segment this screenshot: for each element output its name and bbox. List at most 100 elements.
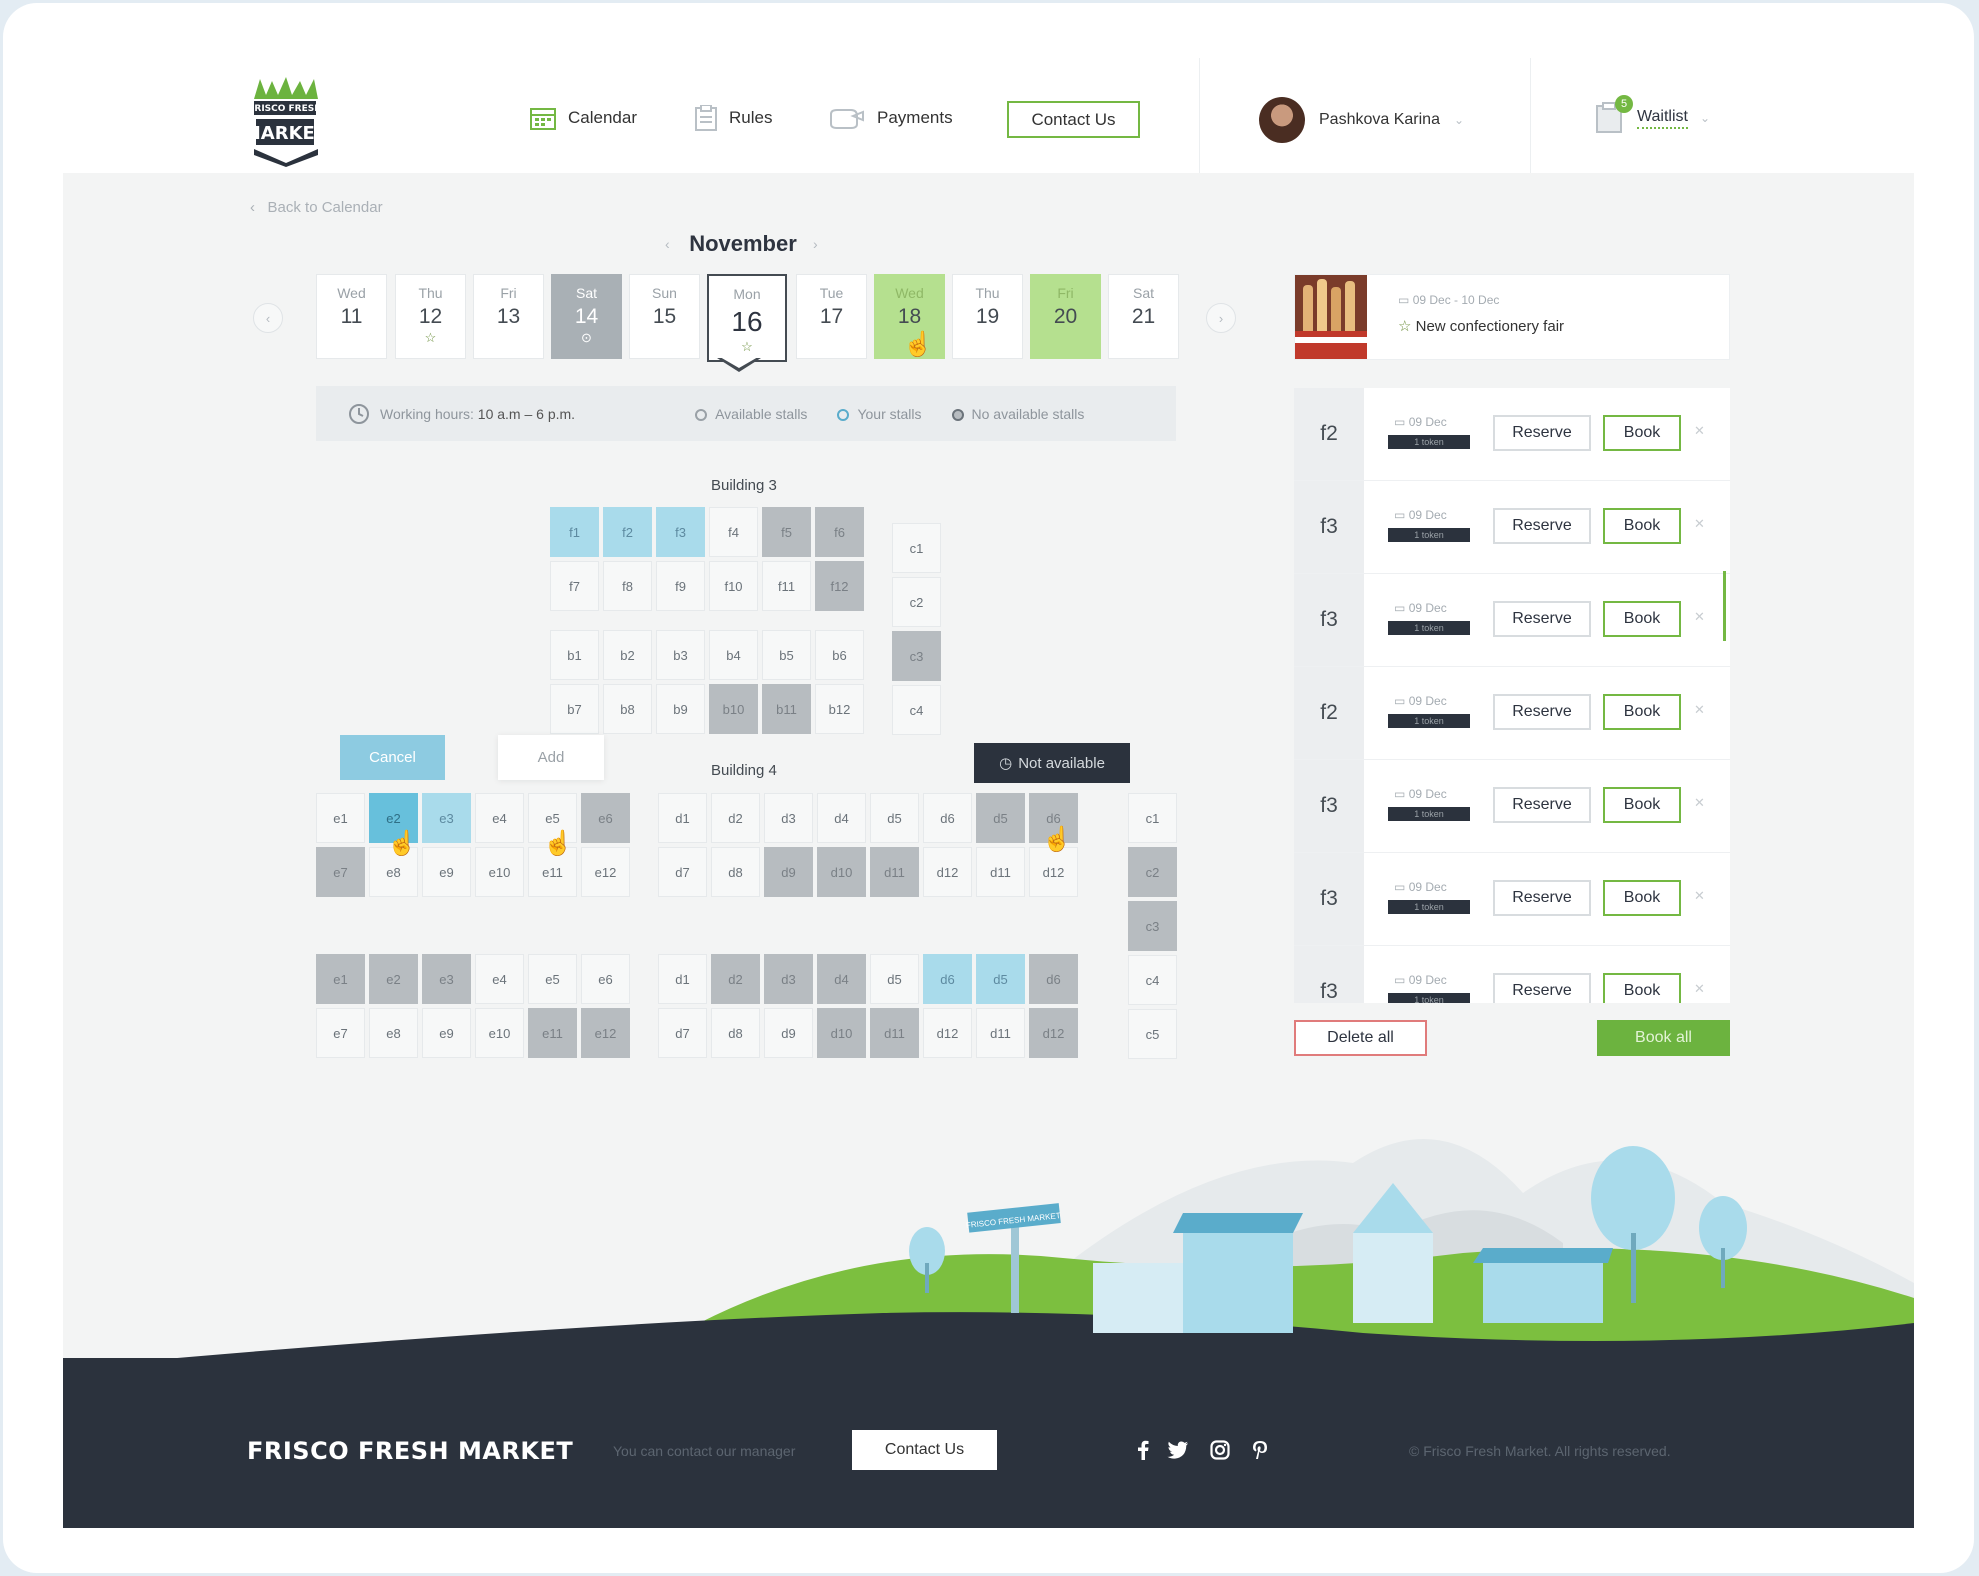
day-cell[interactable]: Fri 13	[473, 274, 544, 359]
stall-e6[interactable]: e6	[581, 954, 630, 1004]
day-cell[interactable]: Sat 14 ⊙	[551, 274, 622, 359]
stall-c2[interactable]: c2	[892, 577, 941, 627]
reserve-button[interactable]: Reserve	[1493, 601, 1591, 637]
stall-c5[interactable]: c5	[1128, 1009, 1177, 1059]
stall-d1[interactable]: d1	[658, 793, 707, 843]
stall-c1[interactable]: c1	[1128, 793, 1177, 843]
brand-logo[interactable]: FRISCO FRESH MARKET	[243, 77, 328, 167]
next-week-button[interactable]: ›	[1206, 303, 1236, 333]
stall-e4[interactable]: e4	[475, 793, 524, 843]
stall-d12[interactable]: d12	[923, 847, 972, 897]
delete-all-button[interactable]: Delete all	[1294, 1020, 1427, 1056]
reserve-button[interactable]: Reserve	[1493, 694, 1591, 730]
stall-f10[interactable]: f10	[709, 561, 758, 611]
day-cell[interactable]: Thu 19	[952, 274, 1023, 359]
stall-e3[interactable]: e3	[422, 793, 471, 843]
stall-b9[interactable]: b9	[656, 684, 705, 734]
stall-f1[interactable]: f1	[550, 507, 599, 557]
scrollbar[interactable]	[1723, 571, 1726, 641]
stall-d5[interactable]: d5	[870, 793, 919, 843]
prev-week-button[interactable]: ‹	[253, 303, 283, 333]
stall-d8[interactable]: d8	[711, 1008, 760, 1058]
waitlist-menu[interactable]: 5 Waitlist ⌄	[1595, 95, 1710, 138]
stall-b1[interactable]: b1	[550, 630, 599, 680]
back-to-calendar-link[interactable]: ‹ Back to Calendar	[250, 199, 383, 216]
stall-b2[interactable]: b2	[603, 630, 652, 680]
stall-d9[interactable]: d9	[764, 1008, 813, 1058]
stall-d4[interactable]: d4	[817, 793, 866, 843]
pinterest-icon[interactable]	[1249, 1439, 1271, 1461]
stall-b6[interactable]: b6	[815, 630, 864, 680]
stall-b5[interactable]: b5	[762, 630, 811, 680]
stall-f3[interactable]: f3	[656, 507, 705, 557]
book-button[interactable]: Book	[1603, 880, 1681, 916]
stall-d7[interactable]: d7	[658, 1008, 707, 1058]
stall-c1[interactable]: c1	[892, 523, 941, 573]
close-icon[interactable]: ✕	[1694, 981, 1705, 997]
stall-b3[interactable]: b3	[656, 630, 705, 680]
reserve-button[interactable]: Reserve	[1493, 508, 1591, 544]
stall-c4[interactable]: c4	[892, 685, 941, 735]
stall-d5[interactable]: d5	[976, 954, 1025, 1004]
nav-payments[interactable]: Payments	[829, 103, 953, 133]
user-menu[interactable]: Pashkova Karina ⌄	[1259, 97, 1464, 143]
stall-b7[interactable]: b7	[550, 684, 599, 734]
stall-f8[interactable]: f8	[603, 561, 652, 611]
stall-d1[interactable]: d1	[658, 954, 707, 1004]
stall-e9[interactable]: e9	[422, 847, 471, 897]
stall-c4[interactable]: c4	[1128, 955, 1177, 1005]
reserve-button[interactable]: Reserve	[1493, 973, 1591, 1003]
stall-e7[interactable]: e7	[316, 1008, 365, 1058]
stall-e8[interactable]: e8	[369, 1008, 418, 1058]
stall-d7[interactable]: d7	[658, 847, 707, 897]
stall-e5[interactable]: e5	[528, 954, 577, 1004]
stall-d12[interactable]: d12	[923, 1008, 972, 1058]
day-cell[interactable]: Sun 15	[629, 274, 700, 359]
day-cell[interactable]: Thu 12 ☆	[395, 274, 466, 359]
stall-d3[interactable]: d3	[764, 793, 813, 843]
stall-b12[interactable]: b12	[815, 684, 864, 734]
stall-d12[interactable]: d12	[1029, 847, 1078, 897]
close-icon[interactable]: ✕	[1694, 609, 1705, 625]
stall-e9[interactable]: e9	[422, 1008, 471, 1058]
day-cell[interactable]: Fri 20	[1030, 274, 1101, 359]
stall-f4[interactable]: f4	[709, 507, 758, 557]
book-button[interactable]: Book	[1603, 601, 1681, 637]
stall-e1[interactable]: e1	[316, 793, 365, 843]
event-card[interactable]: ▭ 09 Dec - 10 Dec ☆ New confectionery fa…	[1294, 274, 1730, 360]
stall-d8[interactable]: d8	[711, 847, 760, 897]
contact-us-button[interactable]: Contact Us	[1007, 101, 1140, 138]
stall-d11[interactable]: d11	[976, 847, 1025, 897]
day-cell[interactable]: Sat 21	[1108, 274, 1179, 359]
reserve-button[interactable]: Reserve	[1493, 787, 1591, 823]
reserve-button[interactable]: Reserve	[1493, 415, 1591, 451]
book-button[interactable]: Book	[1603, 787, 1681, 823]
book-button[interactable]: Book	[1603, 508, 1681, 544]
day-cell[interactable]: Wed 11	[316, 274, 387, 359]
next-month-icon[interactable]: ›	[813, 236, 818, 252]
nav-calendar[interactable]: Calendar	[530, 103, 637, 133]
close-icon[interactable]: ✕	[1694, 702, 1705, 718]
day-cell[interactable]: Tue 17	[796, 274, 867, 359]
stall-f2[interactable]: f2	[603, 507, 652, 557]
stall-e12[interactable]: e12	[581, 847, 630, 897]
stall-d6[interactable]: d6	[923, 954, 972, 1004]
close-icon[interactable]: ✕	[1694, 888, 1705, 904]
reserve-button[interactable]: Reserve	[1493, 880, 1591, 916]
nav-rules[interactable]: Rules	[695, 103, 772, 133]
stall-f7[interactable]: f7	[550, 561, 599, 611]
book-button[interactable]: Book	[1603, 973, 1681, 1003]
stall-e4[interactable]: e4	[475, 954, 524, 1004]
close-icon[interactable]: ✕	[1694, 516, 1705, 532]
instagram-icon[interactable]	[1209, 1439, 1231, 1461]
stall-b8[interactable]: b8	[603, 684, 652, 734]
facebook-icon[interactable]	[1132, 1439, 1154, 1461]
footer-contact-button[interactable]: Contact Us	[852, 1430, 997, 1470]
book-button[interactable]: Book	[1603, 415, 1681, 451]
cancel-tooltip-button[interactable]: Cancel	[340, 735, 445, 780]
book-all-button[interactable]: Book all	[1597, 1020, 1730, 1056]
stall-f9[interactable]: f9	[656, 561, 705, 611]
day-cell[interactable]: Mon 16 ☆	[707, 274, 787, 362]
stall-d6[interactable]: d6	[923, 793, 972, 843]
stall-f11[interactable]: f11	[762, 561, 811, 611]
